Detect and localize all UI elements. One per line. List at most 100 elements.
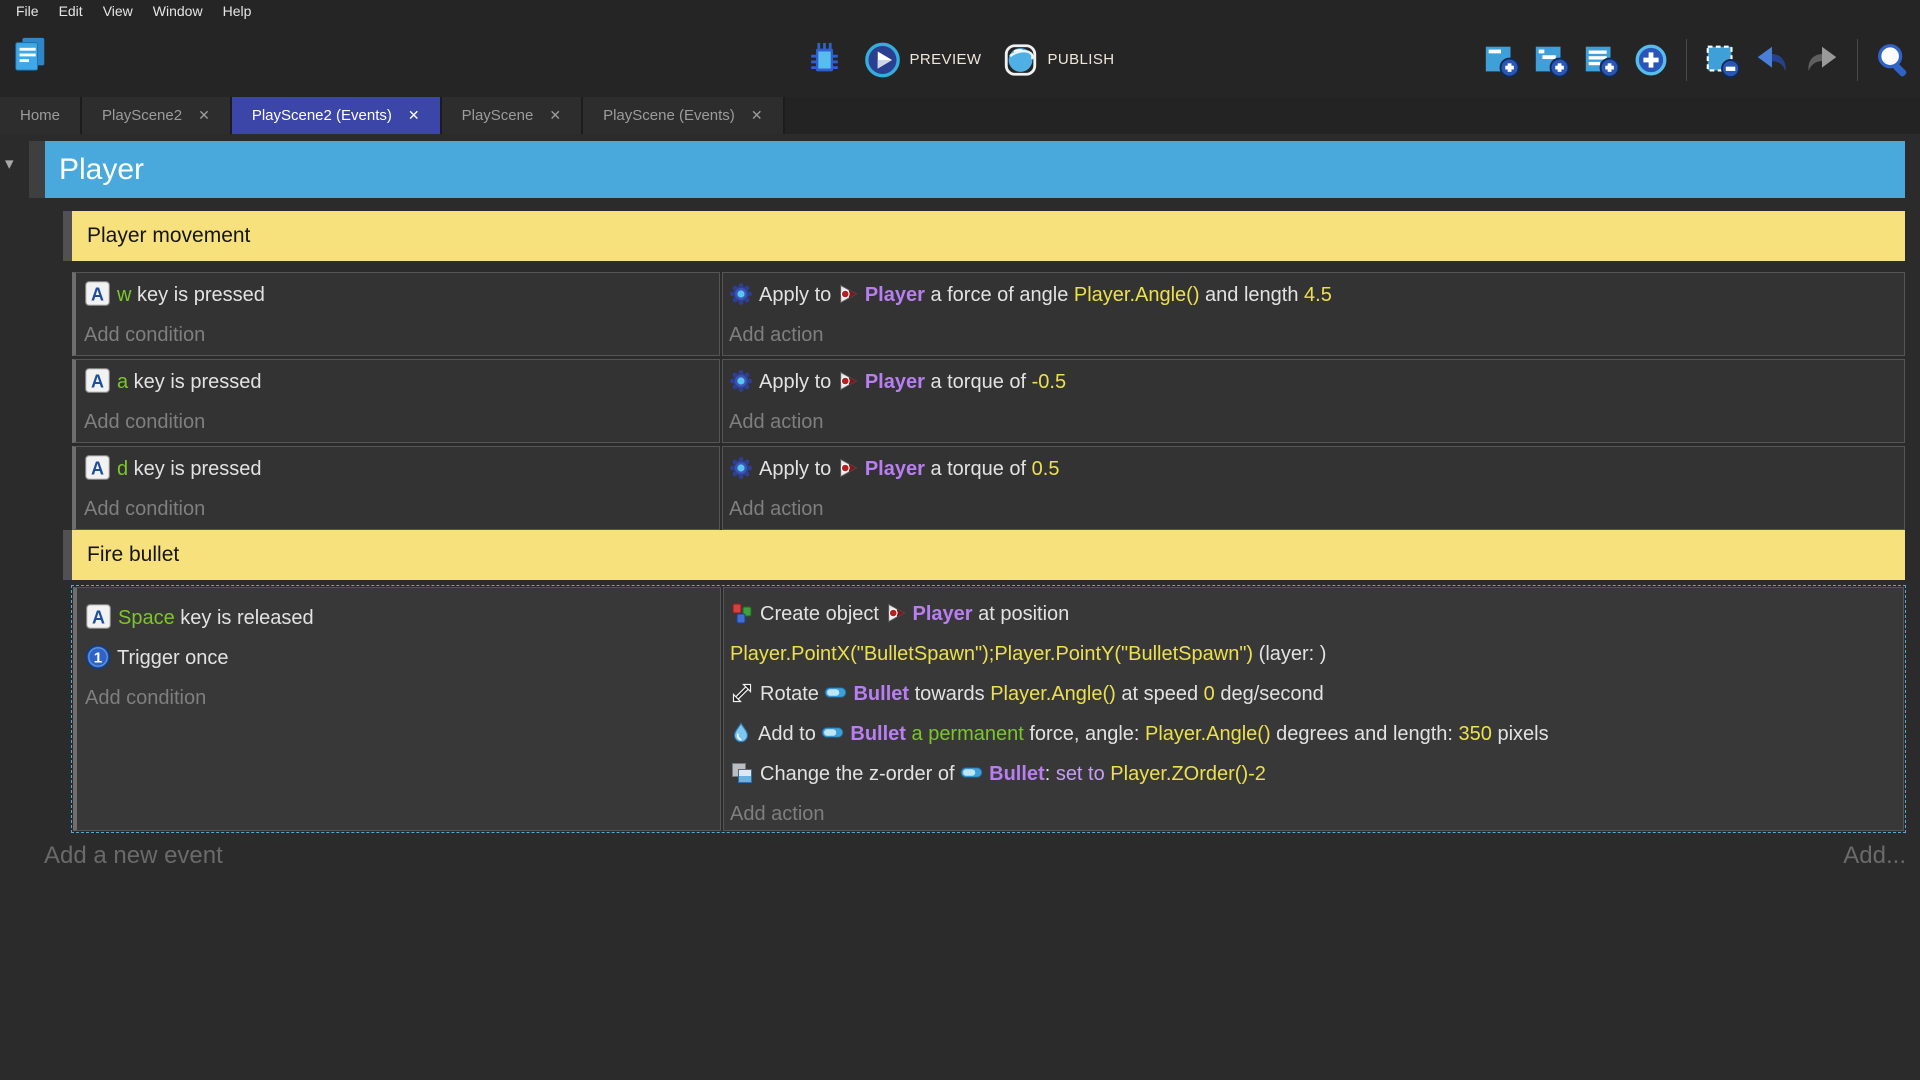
action-line[interactable]: Apply to Player a torque of -0.5 — [729, 362, 1904, 402]
text-segment: Apply to — [759, 371, 837, 393]
text-segment: towards — [909, 683, 991, 705]
add-condition-link[interactable]: Add condition — [84, 489, 719, 529]
tab-playscene2[interactable]: PlayScene2 ✕ — [82, 97, 232, 134]
condition-line[interactable]: 1 Trigger once — [85, 638, 720, 678]
add-circle-icon[interactable] — [1632, 41, 1670, 79]
event-row: Ad key is pressed Add condition Apply to… — [72, 446, 1905, 530]
text-segment: Player.Angle() — [990, 683, 1116, 705]
action-line[interactable]: Apply to Player a torque of 0.5 — [729, 449, 1904, 489]
condition-line[interactable]: Aa key is pressed — [84, 362, 719, 402]
menu-window[interactable]: Window — [143, 0, 213, 22]
tab-playscene-events[interactable]: PlayScene (Events) ✕ — [583, 97, 785, 134]
close-icon[interactable]: ✕ — [198, 107, 210, 124]
svg-text:A: A — [91, 458, 104, 478]
text-segment: Trigger once — [117, 647, 229, 669]
player-object-icon — [885, 602, 907, 624]
tab-playscene[interactable]: PlayScene ✕ — [441, 97, 584, 134]
text-segment: Player.PointX("BulletSpawn");Player.Poin… — [730, 643, 1254, 665]
condition-line[interactable]: Ad key is pressed — [84, 449, 719, 489]
text-segment: key is pressed — [128, 371, 262, 393]
tab-home[interactable]: Home — [0, 97, 83, 134]
close-icon[interactable]: ✕ — [549, 107, 561, 124]
text-segment: degrees and length: — [1270, 723, 1459, 745]
add-more-button[interactable]: Add... — [1843, 842, 1906, 870]
menu-edit[interactable]: Edit — [49, 0, 93, 22]
text-segment: Player — [864, 284, 925, 306]
add-comment-icon[interactable] — [1582, 41, 1620, 79]
tab-bar: Home PlayScene2 ✕ PlayScene2 (Events) ✕ … — [0, 97, 1920, 134]
project-manager-button[interactable] — [8, 30, 52, 78]
publish-button[interactable]: PUBLISH — [1001, 41, 1114, 79]
menu-view[interactable]: View — [93, 0, 143, 22]
search-icon[interactable] — [1874, 41, 1912, 79]
text-segment: a — [117, 371, 129, 393]
text-segment: and length — [1199, 284, 1305, 306]
event-row-selected: A Space key is released 1 Trigger once Add… — [71, 585, 1906, 833]
condition-line[interactable]: A Space key is released — [85, 598, 720, 638]
drag-handle[interactable] — [29, 141, 45, 198]
text-segment: Add to — [758, 723, 822, 745]
event-group-player-movement[interactable]: Player movement — [72, 211, 1905, 261]
condition-line[interactable]: Aw key is pressed — [84, 275, 719, 315]
text-segment: 0.5 — [1031, 458, 1060, 480]
preview-play-icon — [864, 41, 902, 79]
drag-handle[interactable] — [63, 211, 72, 261]
add-subevent-icon[interactable] — [1532, 41, 1570, 79]
publish-sphere-icon — [1001, 41, 1039, 79]
action-line[interactable]: Apply to Player a force of angle Player.… — [729, 275, 1904, 315]
physics-icon — [729, 282, 753, 306]
text-segment: key is released — [174, 607, 314, 629]
add-condition-link[interactable]: Add condition — [84, 402, 719, 442]
menu-help[interactable]: Help — [213, 0, 262, 22]
text-segment: -0.5 — [1031, 371, 1067, 393]
chevron-down-icon[interactable]: ▾ — [5, 154, 14, 174]
add-event-icon[interactable] — [1482, 41, 1520, 79]
add-action-link[interactable]: Add action — [729, 402, 1904, 442]
text-segment: set to — [1055, 763, 1111, 785]
toolbar-center: PREVIEW PUBLISH — [806, 22, 1115, 97]
add-action-link[interactable]: Add action — [730, 794, 1903, 830]
toolbar: PREVIEW PUBLISH — [0, 22, 1920, 97]
text-segment: Bullet — [989, 763, 1045, 785]
close-icon[interactable]: ✕ — [751, 107, 763, 124]
close-icon[interactable]: ✕ — [408, 107, 420, 124]
text-segment: at position — [972, 603, 1070, 625]
text-segment: key is pressed — [131, 284, 265, 306]
preview-button[interactable]: PREVIEW — [864, 41, 982, 79]
tab-playscene2-events[interactable]: PlayScene2 (Events) ✕ — [231, 97, 442, 134]
gdevelop-window: File Edit View Window Help PREVIEW PUBLI… — [0, 0, 1920, 1080]
undo-icon[interactable] — [1753, 41, 1791, 79]
keyboard-icon: A — [84, 367, 111, 394]
event-group-fire-bullet[interactable]: Fire bullet — [72, 530, 1905, 580]
force-icon — [730, 721, 752, 744]
text-segment: Player — [864, 371, 925, 393]
tab-label: PlayScene2 (Events) — [251, 107, 392, 124]
redo-icon[interactable] — [1803, 41, 1841, 79]
delete-selection-icon[interactable] — [1703, 41, 1741, 79]
text-segment: Player — [912, 603, 973, 625]
text-segment: 0 — [1203, 683, 1215, 705]
add-new-event-link[interactable]: Add a new event — [44, 842, 223, 870]
menu-file[interactable]: File — [6, 0, 49, 22]
object-group-header[interactable]: Player — [45, 141, 1905, 198]
svg-text:A: A — [91, 371, 104, 391]
actions-cell: Apply to Player a force of angle Player.… — [722, 272, 1905, 356]
add-condition-link[interactable]: Add condition — [85, 678, 720, 718]
drag-handle[interactable] — [63, 530, 72, 580]
text-segment: Change the z-order of — [760, 763, 961, 785]
action-line[interactable]: Rotate Bullet towards Player.Angle() at … — [730, 674, 1903, 714]
action-line[interactable]: Create object Player at position Player.… — [730, 594, 1903, 674]
add-condition-link[interactable]: Add condition — [84, 315, 719, 355]
action-line[interactable]: Change the z-order of Bullet: set to Pla… — [730, 754, 1903, 794]
publish-label: PUBLISH — [1047, 51, 1115, 68]
text-segment: deg/second — [1214, 683, 1324, 705]
text-segment: d — [117, 458, 129, 480]
add-action-link[interactable]: Add action — [729, 489, 1904, 529]
conditions-cell: Aw key is pressed Add condition — [72, 272, 720, 356]
action-line[interactable]: Add to Bullet a permanent force, angle: … — [730, 714, 1903, 754]
add-action-link[interactable]: Add action — [729, 315, 1904, 355]
physics-icon — [729, 456, 753, 480]
text-segment: Bullet — [850, 723, 906, 745]
debug-icon[interactable] — [806, 41, 844, 79]
text-segment: a force of angle — [924, 284, 1074, 306]
